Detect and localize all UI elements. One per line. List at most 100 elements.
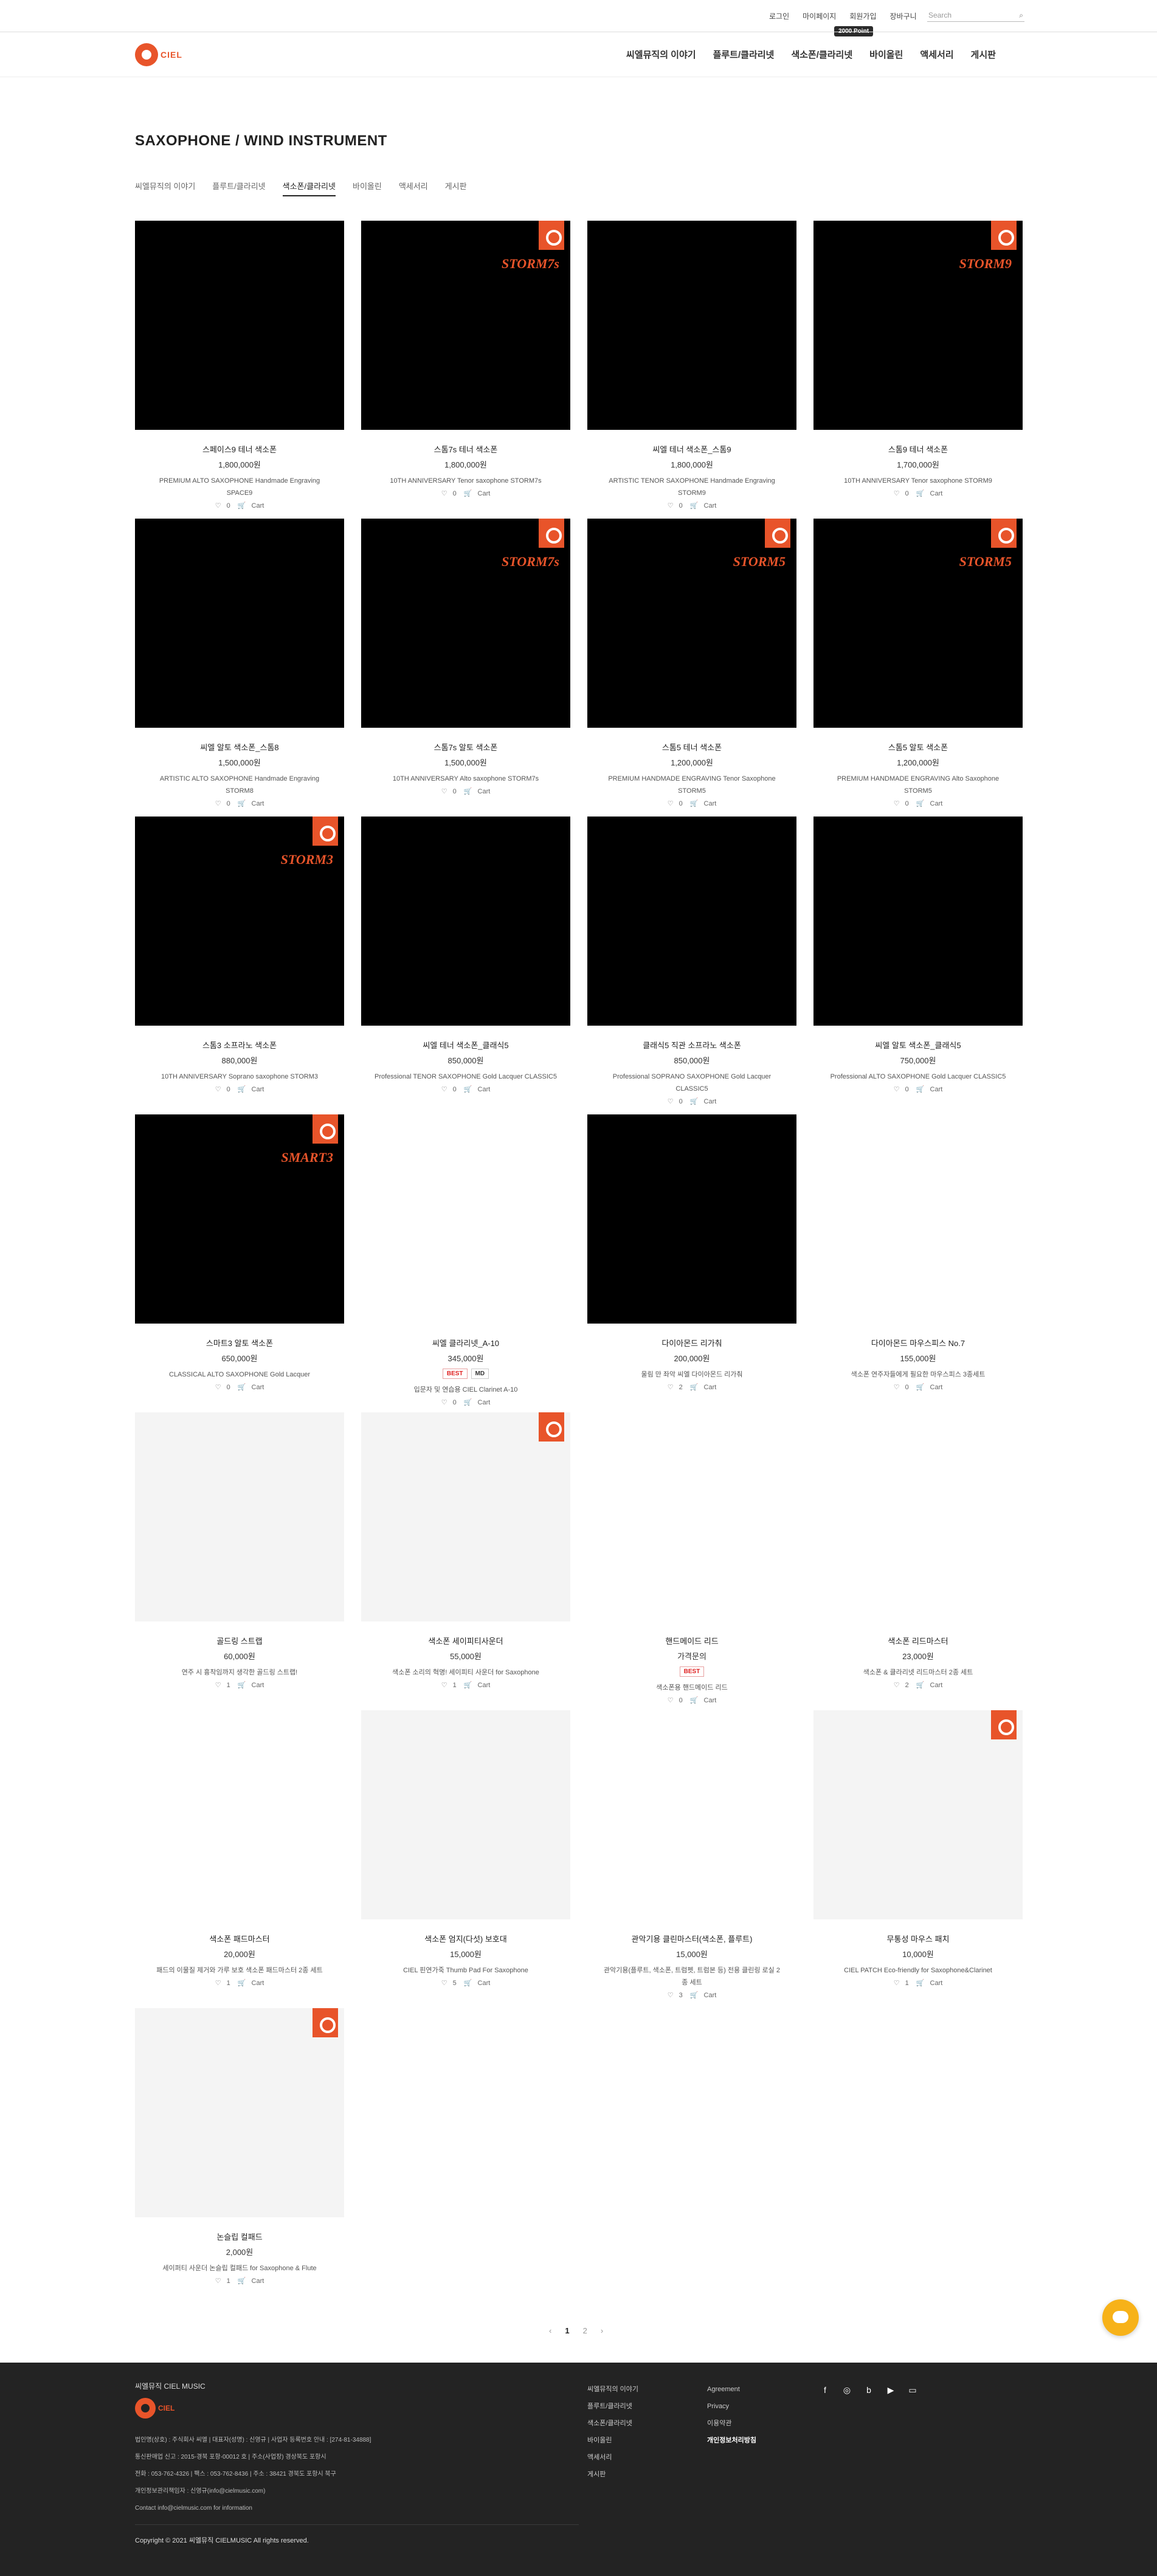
like-button[interactable]: ♡ 0	[440, 1399, 458, 1406]
product-name[interactable]: 클래식5 직관 소프라노 색소폰	[587, 1039, 796, 1051]
talk-icon[interactable]: ▭	[907, 2384, 918, 2395]
product-image[interactable]	[135, 1710, 344, 1919]
prev-page-button[interactable]: ‹	[549, 2326, 551, 2335]
add-to-cart-button[interactable]: 🛒 Cart	[688, 1384, 719, 1391]
product-image[interactable]	[587, 1114, 796, 1324]
product-image[interactable]	[361, 1710, 570, 1919]
add-to-cart-button[interactable]: 🛒 Cart	[914, 1980, 945, 1987]
product-image[interactable]	[587, 221, 796, 430]
product-name[interactable]: 색소폰 엄지(다섯) 보호대	[361, 1933, 570, 1944]
product-card[interactable]: 핸드메이드 리드 가격문의 BEST 색소폰용 핸드메이드 리드 ♡ 0 🛒 Cart	[587, 1412, 796, 1710]
product-card[interactable]: 색소폰 패드마스터 20,000원 패드의 이물질 제거와 가루 보호 색소폰 패드…	[135, 1710, 344, 2008]
product-name[interactable]: 골드링 스트랩	[135, 1635, 344, 1646]
nav-item-story[interactable]: 씨엘뮤직의 이야기	[626, 48, 696, 61]
product-name[interactable]: 색소폰 세이피티사운더	[361, 1635, 570, 1646]
add-to-cart-button[interactable]: 🛒 Cart	[462, 1399, 492, 1406]
product-card[interactable]: 다이아몬드 마우스피스 No.7 155,000원 색소폰 연주자들에게 필요한 마…	[813, 1114, 1023, 1412]
add-to-cart-button[interactable]: 🛒 Cart	[236, 1980, 266, 1987]
add-to-cart-button[interactable]: 🛒 Cart	[236, 800, 266, 807]
nav-item-violin[interactable]: 바이올린	[869, 48, 903, 61]
product-image[interactable]	[361, 817, 570, 1026]
product-image[interactable]	[587, 1412, 796, 1621]
mypage-link[interactable]: 마이페이지	[803, 11, 836, 21]
product-name[interactable]: 씨엘 테너 색소폰_스톰9	[587, 443, 796, 455]
like-button[interactable]: ♡ 0	[892, 490, 911, 497]
agreement-link[interactable]: Agreement	[707, 2381, 756, 2398]
product-card[interactable]: 씨엘 알토 색소폰_스톰8 1,500,000원 ARTISTIC ALTO SAX…	[135, 519, 344, 817]
terms-link[interactable]: 이용약관	[707, 2415, 756, 2432]
product-name[interactable]: 씨엘 테너 색소폰_클래식5	[361, 1039, 570, 1051]
product-card[interactable]: SMART3 스마트3 알토 색소폰 650,000원 CLASSICAL ALTO …	[135, 1114, 344, 1412]
add-to-cart-button[interactable]: 🛒 Cart	[236, 1384, 266, 1391]
like-button[interactable]: ♡ 0	[892, 800, 911, 807]
like-button[interactable]: ♡ 3	[666, 1992, 685, 1999]
product-name[interactable]: 색소폰 리드마스터	[813, 1635, 1023, 1646]
add-to-cart-button[interactable]: 🛒 Cart	[236, 2277, 266, 2285]
add-to-cart-button[interactable]: 🛒 Cart	[914, 800, 945, 807]
like-button[interactable]: ♡ 0	[666, 1098, 685, 1105]
product-name[interactable]: 씨엘 알토 색소폰_클래식5	[813, 1039, 1023, 1051]
product-image[interactable]: STORM7s	[361, 519, 570, 728]
product-card[interactable]: 씨엘 테너 색소폰_스톰9 1,800,000원 ARTISTIC TENOR SA…	[587, 221, 796, 519]
like-button[interactable]: ♡ 0	[440, 1086, 458, 1093]
privacy-policy-link[interactable]: 개인정보처리방침	[707, 2432, 756, 2449]
signup-link[interactable]: 회원가입	[849, 11, 876, 21]
footer-menu-item[interactable]: 액세서리	[587, 2449, 638, 2466]
product-name[interactable]: 색소폰 패드마스터	[135, 1933, 344, 1944]
add-to-cart-button[interactable]: 🛒 Cart	[462, 788, 492, 795]
product-image[interactable]	[135, 1412, 344, 1621]
product-card[interactable]: 스페이스9 테너 색소폰 1,800,000원 PREMIUM ALTO SAXOP…	[135, 221, 344, 519]
product-card[interactable]: 논슬립 컬패드 2,000원 세이퍼티 사운더 논슬립 컬패드 for Saxoph…	[135, 2008, 344, 2306]
instagram-icon[interactable]: ◎	[841, 2384, 852, 2395]
next-page-button[interactable]: ›	[601, 2326, 603, 2335]
product-name[interactable]: 다이아몬드 마우스피스 No.7	[813, 1337, 1023, 1348]
page-1-button[interactable]: 1	[565, 2326, 569, 2335]
product-image[interactable]: SMART3	[135, 1114, 344, 1324]
subnav-item-flute[interactable]: 플루트/클라리넷	[212, 180, 265, 196]
product-name[interactable]: 스마트3 알토 색소폰	[135, 1337, 344, 1348]
like-button[interactable]: ♡ 1	[213, 1682, 232, 1689]
subnav-item-story[interactable]: 씨엘뮤직의 이야기	[135, 180, 195, 196]
product-image[interactable]	[587, 817, 796, 1026]
footer-menu-item[interactable]: 플루트/클라리넷	[587, 2398, 638, 2415]
product-name[interactable]: 스톰5 테너 색소폰	[587, 741, 796, 753]
product-name[interactable]: 논슬립 컬패드	[135, 2231, 344, 2242]
product-card[interactable]: STORM5 스톰5 테너 색소폰 1,200,000원 PREMIUM HANDMA…	[587, 519, 796, 817]
nav-item-board[interactable]: 게시판	[971, 48, 996, 61]
add-to-cart-button[interactable]: 🛒 Cart	[688, 1992, 719, 1999]
product-card[interactable]: 다이아몬드 리가춰 200,000원 울림 만 좌악 씨엘 다이아몬드 리가춰 ♡ 2…	[587, 1114, 796, 1412]
product-image[interactable]	[587, 1710, 796, 1919]
add-to-cart-button[interactable]: 🛒 Cart	[462, 1682, 492, 1689]
add-to-cart-button[interactable]: 🛒 Cart	[462, 1980, 492, 1987]
product-name[interactable]: 스톰3 소프라노 색소폰	[135, 1039, 344, 1051]
like-button[interactable]: ♡ 0	[440, 788, 458, 795]
like-button[interactable]: ♡ 0	[440, 490, 458, 497]
chat-icon[interactable]	[1102, 2299, 1139, 2336]
page-2-button[interactable]: 2	[583, 2326, 587, 2335]
product-name[interactable]: 다이아몬드 리가춰	[587, 1337, 796, 1348]
add-to-cart-button[interactable]: 🛒 Cart	[462, 490, 492, 497]
subnav-item-accessory[interactable]: 액세서리	[399, 180, 428, 196]
footer-menu-item[interactable]: 씨엘뮤직의 이야기	[587, 2381, 638, 2398]
product-card[interactable]: 씨엘 클라리넷_A-10 345,000원 BEST MD 입문자 및 연습용 CIEL…	[361, 1114, 570, 1412]
product-name[interactable]: 무통성 마우스 패치	[813, 1933, 1023, 1944]
product-card[interactable]: 무통성 마우스 패치 10,000원 CIEL PATCH Eco-friendly…	[813, 1710, 1023, 2008]
product-image[interactable]	[813, 817, 1023, 1026]
product-card[interactable]: STORM7s 스톰7s 알토 색소폰 1,500,000원 10TH ANNIVER…	[361, 519, 570, 817]
product-card[interactable]: 관악기용 클린마스터(색소폰, 플루트) 15,000원 관악기용(플루트, 색소폰…	[587, 1710, 796, 2008]
cart-link[interactable]: 장바구니	[890, 11, 917, 21]
like-button[interactable]: ♡ 0	[213, 800, 232, 807]
add-to-cart-button[interactable]: 🛒 Cart	[236, 1086, 266, 1093]
product-card[interactable]: 색소폰 리드마스터 23,000원 색소폰 & 클라리넷 리드마스터 2종 세트 ♡ …	[813, 1412, 1023, 1710]
product-card[interactable]: 씨엘 알토 색소폰_클래식5 750,000원 Professional ALTO …	[813, 817, 1023, 1114]
product-card[interactable]: 씨엘 테너 색소폰_클래식5 850,000원 Professional TENOR…	[361, 817, 570, 1114]
nav-item-accessory[interactable]: 액세서리	[920, 48, 953, 61]
like-button[interactable]: ♡ 0	[892, 1086, 911, 1093]
product-name[interactable]: 씨엘 알토 색소폰_스톰8	[135, 741, 344, 753]
product-card[interactable]: STORM3 스톰3 소프라노 색소폰 880,000원 10TH ANNIVERSA…	[135, 817, 344, 1114]
product-image[interactable]	[813, 1114, 1023, 1324]
footer-menu-item[interactable]: 게시판	[587, 2466, 638, 2483]
product-card[interactable]: 골드링 스트랩 60,000원 연주 시 흉착임까지 생각한 골드링 스트랩! ♡ 1…	[135, 1412, 344, 1710]
product-image[interactable]: STORM5	[813, 519, 1023, 728]
nav-item-saxophone[interactable]: 색소폰/클라리넷	[791, 48, 852, 61]
